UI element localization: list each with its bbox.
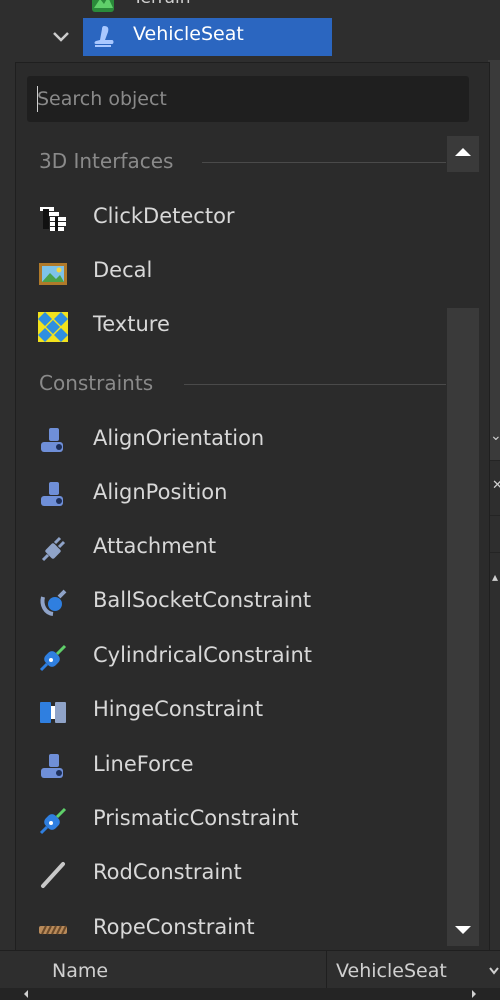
click-detector-icon — [40, 207, 66, 231]
scrollbar-thumb[interactable] — [447, 172, 479, 308]
text-caret — [37, 86, 38, 112]
column-divider[interactable] — [326, 950, 327, 992]
chevron-up-icon[interactable]: ▴ — [492, 570, 500, 588]
close-icon[interactable]: ✕ — [492, 478, 500, 496]
property-name: Name — [52, 960, 109, 982]
list-item-texture[interactable]: Texture — [27, 303, 445, 349]
decal-icon — [39, 263, 67, 285]
line-force-icon — [41, 754, 63, 778]
list-item-label: PrismaticConstraint — [93, 806, 299, 830]
search-box[interactable] — [27, 76, 469, 122]
chevron-down-icon[interactable]: ⌄ — [490, 428, 500, 450]
prismatic-constraint-icon — [39, 807, 67, 835]
scroll-up-arrow-icon[interactable] — [447, 136, 479, 168]
align-position-icon — [41, 482, 63, 506]
search-input[interactable] — [37, 86, 457, 112]
attachment-icon — [41, 536, 66, 562]
list-item-label: CylindricalConstraint — [93, 643, 312, 667]
list-item-alignposition[interactable]: AlignPosition — [27, 471, 445, 517]
scroll-left-arrow-icon[interactable] — [20, 988, 32, 1000]
list-item-ballsocketconstraint[interactable]: BallSocketConstraint — [27, 579, 445, 625]
list-item-ropeconstraint[interactable]: RopeConstraint — [27, 906, 445, 952]
list-item-label: RopeConstraint — [93, 915, 255, 939]
property-value[interactable]: VehicleSeat — [336, 960, 447, 982]
list-item-label: BallSocketConstraint — [93, 588, 312, 612]
list-item-label: AlignPosition — [93, 480, 228, 504]
list-item-prismaticconstraint[interactable]: PrismaticConstraint — [27, 797, 445, 843]
section-divider — [184, 384, 446, 385]
tree-item-label: Terrain — [133, 0, 191, 8]
list-item-label: Texture — [93, 312, 170, 336]
ball-socket-constraint-icon — [40, 589, 67, 616]
list-item-rodconstraint[interactable]: RodConstraint — [27, 851, 445, 897]
list-item-label: ClickDetector — [93, 204, 235, 228]
list-item-alignorientation[interactable]: AlignOrientation — [27, 417, 445, 463]
cylindrical-constraint-icon — [39, 644, 67, 672]
list-item-lineforce[interactable]: LineForce — [27, 743, 445, 789]
list-item-label: Decal — [93, 258, 153, 282]
list-item-label: LineForce — [93, 752, 194, 776]
list-item-label: AlignOrientation — [93, 426, 265, 450]
section-divider — [202, 162, 446, 163]
section-header-constraints: Constraints — [39, 371, 154, 395]
scroll-down-arrow-icon[interactable] — [447, 914, 479, 946]
list-item-hingeconstraint[interactable]: HingeConstraint — [27, 688, 445, 734]
align-orientation-icon — [41, 428, 63, 452]
chevron-down-icon[interactable] — [50, 25, 72, 47]
rope-constraint-icon — [39, 925, 67, 935]
horizontal-scrollbar[interactable] — [0, 988, 500, 1000]
scroll-right-arrow-icon[interactable] — [468, 988, 480, 1000]
chevron-down-icon[interactable] — [488, 960, 500, 982]
list-item-label: Attachment — [93, 534, 217, 558]
texture-icon — [38, 312, 68, 342]
list-item-cylindricalconstraint[interactable]: CylindricalConstraint — [27, 634, 445, 680]
section-header-3d-interfaces: 3D Interfaces — [39, 149, 174, 173]
rod-constraint-icon — [41, 862, 65, 888]
tree-item-label: VehicleSeat — [133, 23, 244, 45]
list-item-attachment[interactable]: Attachment — [27, 525, 445, 571]
hinge-constraint-icon — [40, 702, 66, 723]
list-item-label: RodConstraint — [93, 860, 242, 884]
list-item-label: HingeConstraint — [93, 697, 264, 721]
list-item-decal[interactable]: Decal — [27, 249, 445, 295]
terrain-icon — [92, 0, 114, 12]
vehicle-seat-icon — [94, 26, 114, 47]
list-item-clickdetector[interactable]: ClickDetector — [27, 195, 445, 241]
